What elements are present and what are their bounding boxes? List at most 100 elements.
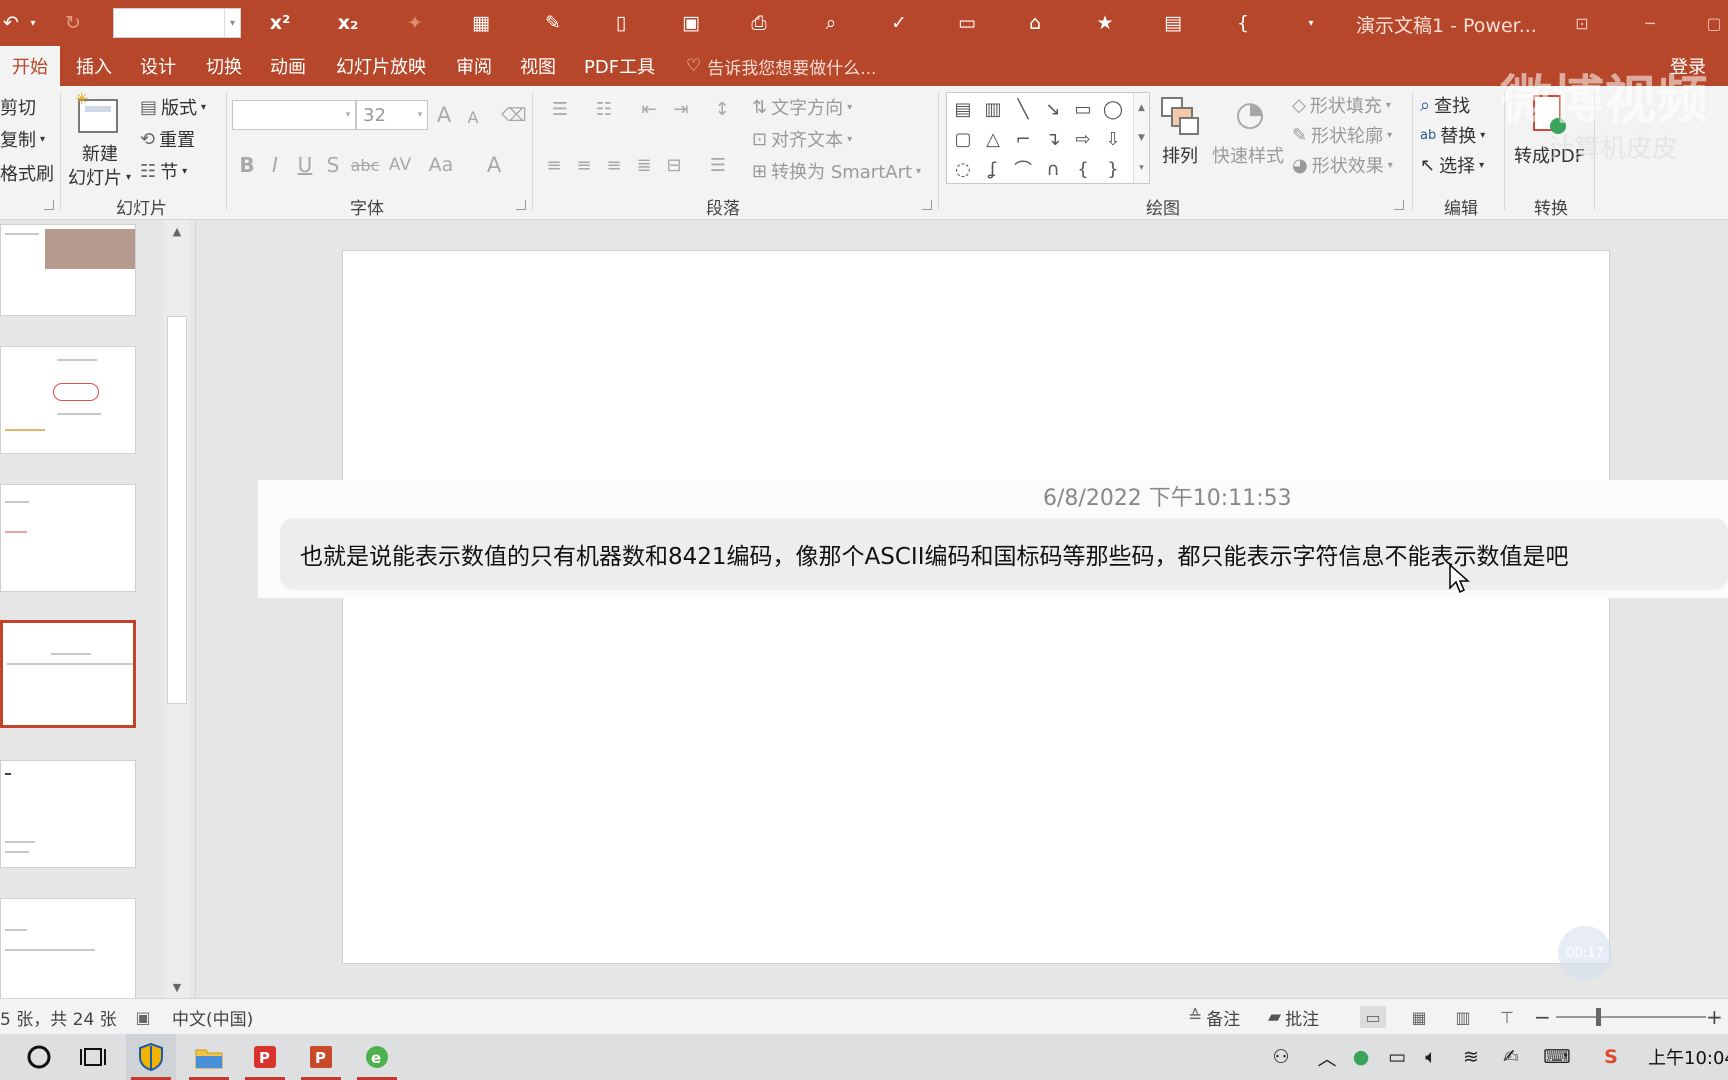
numbering-icon[interactable]: ☷	[584, 94, 624, 124]
slideshow-star-icon[interactable]: ★	[1090, 8, 1120, 38]
chevron-down-icon[interactable]: ▾	[224, 9, 240, 37]
bold-button[interactable]: B	[236, 148, 258, 182]
new-slide-button[interactable]: 幻灯片 ▾	[68, 164, 131, 190]
slide-thumbnail[interactable]	[0, 898, 136, 1006]
arc-shape-icon[interactable]: ⌒	[1009, 155, 1037, 183]
chevron-up-icon[interactable]: ▲	[1134, 93, 1149, 123]
system-clock[interactable]: 上午10:04	[1648, 1034, 1728, 1080]
gallery-scroll[interactable]: ▲ ▼ ▾	[1133, 93, 1149, 183]
people-icon[interactable]: ⚇	[1264, 1034, 1298, 1080]
thumbnail-scrollbar[interactable]: ▲ ▼	[164, 220, 190, 998]
decrease-indent-icon[interactable]: ⇤	[634, 94, 664, 124]
clipboard-launcher-icon[interactable]	[44, 200, 54, 210]
zoom-slider-knob[interactable]	[1596, 1008, 1601, 1026]
change-case-button[interactable]: Aa	[424, 148, 458, 182]
convert-to-pdf-button[interactable]: 转成PDF	[1514, 142, 1585, 168]
cut-button[interactable]: 剪切	[0, 94, 36, 120]
restore-icon[interactable]: ▢	[1696, 8, 1728, 38]
text-direction-button[interactable]: ⇅ 文字方向 ▾	[752, 94, 852, 120]
ribbon-display-icon[interactable]: ⊡	[1564, 8, 1600, 38]
spelling-check-icon[interactable]: ✓	[884, 8, 914, 38]
tray-expand-icon[interactable]: ︿	[1310, 1034, 1344, 1080]
justify-icon[interactable]: ≣	[630, 148, 658, 182]
tab-design[interactable]: 设计	[140, 46, 176, 86]
elbow-connector-icon[interactable]: ⌐	[1009, 125, 1037, 153]
arrow-line-shape-icon[interactable]: ↘	[1039, 95, 1067, 123]
pdf-convert-icon[interactable]	[1524, 90, 1572, 138]
oval-shape-icon[interactable]: ◯	[1099, 95, 1127, 123]
scroll-up-icon[interactable]: ▲	[164, 220, 190, 242]
right-brace-shape-icon[interactable]: }	[1099, 155, 1127, 183]
copy-button[interactable]: 复制 ▾	[0, 126, 45, 152]
login-button[interactable]: 登录	[1670, 46, 1706, 86]
rounded-rect-shape-icon[interactable]: ▢	[949, 125, 977, 153]
character-spacing-button[interactable]: AV	[384, 148, 416, 182]
brace-button[interactable]: {	[1228, 8, 1258, 38]
slide-thumbnail[interactable]	[0, 760, 136, 868]
tab-review[interactable]: 审阅	[456, 46, 492, 86]
down-arrow-shape-icon[interactable]: ⇩	[1099, 125, 1127, 153]
line-spacing-icon[interactable]: ↕	[706, 94, 738, 124]
align-right-icon[interactable]: ≡	[600, 148, 628, 182]
slide-sorter-icon[interactable]: ▦	[1406, 1006, 1432, 1028]
normal-view-icon[interactable]: ▭	[1360, 1006, 1386, 1028]
shape-fill-button[interactable]: ◇ 形状填充 ▾	[1292, 92, 1391, 118]
new-slide-label-1[interactable]: 新建	[82, 140, 118, 166]
print-icon[interactable]: ⎙	[744, 8, 774, 38]
open-folder-icon[interactable]: ⌂	[1020, 8, 1050, 38]
line-shape-icon[interactable]: ╲	[1009, 95, 1037, 123]
new-slide-icon[interactable]: ✳	[72, 90, 122, 138]
undo-dropdown-icon[interactable]: ▾	[26, 8, 40, 38]
italic-button[interactable]: I	[264, 148, 286, 182]
arrange-button[interactable]: 排列	[1162, 142, 1198, 168]
quick-styles-icon[interactable]: ◔	[1226, 90, 1274, 138]
section-button[interactable]: ☷ 节 ▾	[140, 158, 187, 184]
left-brace-shape-icon[interactable]: {	[1069, 155, 1097, 183]
strikethrough-button[interactable]: abc	[350, 148, 380, 182]
paragraph-launcher-icon[interactable]	[922, 200, 932, 210]
font-name-input[interactable]: ▾	[232, 100, 356, 130]
superscript-button[interactable]: x²	[266, 8, 294, 38]
green-tray-app-icon[interactable]: ●	[1344, 1034, 1378, 1080]
quick-styles-button[interactable]: 快速样式	[1212, 142, 1284, 168]
curve-shape-icon[interactable]: ∩	[1039, 155, 1067, 183]
tab-pdf-tools[interactable]: PDF工具	[584, 46, 655, 86]
chevron-down-icon[interactable]: ▼	[1134, 123, 1149, 153]
shape-outline-button[interactable]: ✎ 形状轮廓 ▾	[1292, 122, 1392, 148]
elbow-arrow-icon[interactable]: ↴	[1039, 125, 1067, 153]
scroll-thumb[interactable]	[167, 316, 187, 704]
right-arrow-shape-icon[interactable]: ⇨	[1069, 125, 1097, 153]
rectangle-shape-icon[interactable]: ▭	[1069, 95, 1097, 123]
powerpoint-app-icon[interactable]: P	[296, 1034, 346, 1080]
cortana-icon[interactable]	[14, 1034, 64, 1080]
subscript-button[interactable]: x₂	[334, 8, 362, 38]
language-indicator[interactable]: 中文(中国)	[172, 999, 253, 1035]
replace-button[interactable]: ab 替换 ▾	[1420, 122, 1485, 148]
font-color-button[interactable]: A	[480, 148, 508, 182]
comments-button[interactable]: ▰ 批注	[1268, 999, 1319, 1035]
underline-button[interactable]: U	[294, 148, 316, 182]
tab-home[interactable]: 开始	[0, 46, 60, 86]
redo-icon[interactable]: ↻	[58, 8, 88, 38]
slide-thumbnail[interactable]	[0, 346, 136, 454]
freeform-shape-icon[interactable]: ◌	[949, 155, 977, 183]
font-size-input[interactable]: 32 ▾	[356, 100, 428, 130]
shrink-font-button[interactable]: A	[462, 104, 484, 130]
wifi-icon[interactable]: ≋	[1454, 1034, 1488, 1080]
align-center-icon[interactable]: ≡	[570, 148, 598, 182]
vertical-textbox-shape-icon[interactable]: ▥	[979, 95, 1007, 123]
text-shadow-button[interactable]: S	[322, 148, 344, 182]
zoom-slider-track[interactable]	[1556, 1016, 1706, 1018]
bullets-icon[interactable]: ☰	[540, 94, 580, 124]
file-explorer-icon[interactable]	[184, 1034, 234, 1080]
gallery-more-icon[interactable]: ▾	[1134, 153, 1149, 183]
battery-icon[interactable]: ▭	[1380, 1034, 1414, 1080]
present-icon[interactable]: ▭	[952, 8, 982, 38]
align-text-button[interactable]: ⊡ 对齐文本 ▾	[752, 126, 852, 152]
find-button[interactable]: ⌕ 查找	[1420, 92, 1470, 118]
reset-button[interactable]: ⟲ 重置	[140, 126, 195, 152]
layout-button[interactable]: ▤ 版式 ▾	[140, 94, 206, 120]
scroll-down-icon[interactable]: ▼	[164, 976, 190, 998]
pen-tray-icon[interactable]: ✍	[1494, 1034, 1528, 1080]
slide-canvas[interactable]	[342, 250, 1610, 964]
